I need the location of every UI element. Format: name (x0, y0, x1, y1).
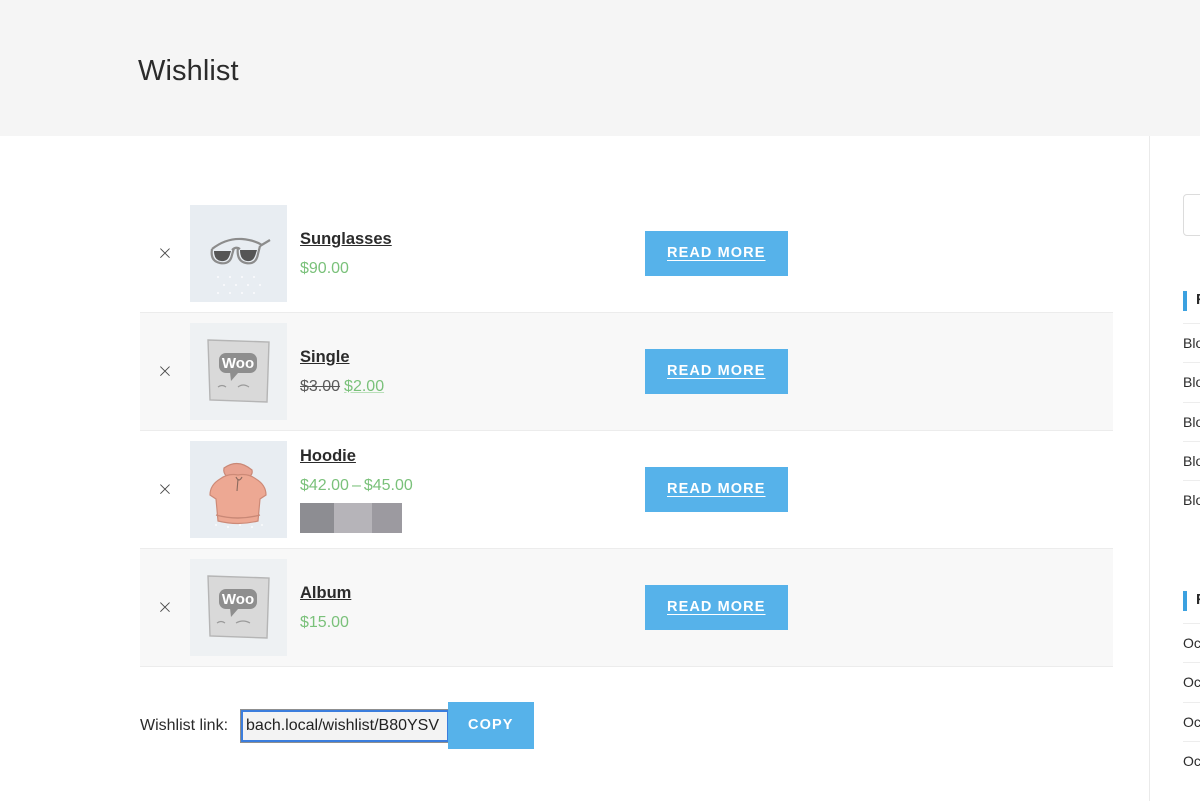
list-item[interactable]: Blog post (1183, 401, 1200, 441)
list-item[interactable]: October (1183, 740, 1200, 780)
action-cell: READ MORE (645, 548, 1113, 667)
product-price: $15.00 (300, 614, 349, 631)
wishlist-table: × Sunglasses $90.00 READ MORE × Woo Sing… (140, 194, 1113, 667)
close-x-icon[interactable]: × (157, 479, 173, 499)
remove-cell: × (140, 194, 190, 313)
table-row: × (140, 430, 1113, 549)
list-item[interactable]: Blog post (1183, 362, 1200, 401)
product-name-link[interactable]: Sunglasses (300, 230, 645, 249)
list-item[interactable]: October (1183, 662, 1200, 701)
swatch-option-3[interactable] (372, 502, 402, 533)
main-content: × Sunglasses $90.00 READ MORE × Woo Sing… (0, 136, 1148, 801)
list-item[interactable]: October (1183, 701, 1200, 741)
price-amount: $15.00 (300, 613, 349, 631)
price-sale: $2.00 (344, 377, 385, 395)
price-original: $3.00 (300, 377, 341, 395)
product-name-link[interactable]: Hoodie (300, 447, 645, 466)
list-item[interactable]: Blog post (1183, 323, 1200, 362)
search-input[interactable] (1183, 194, 1200, 236)
product-info-cell: Album $15.00 (300, 548, 645, 667)
price-range-dash: – (351, 476, 361, 494)
product-name-link[interactable]: Single (300, 348, 645, 367)
swatch-option-1[interactable] (300, 502, 334, 533)
woo-single-thumbnail[interactable]: Woo (190, 323, 287, 420)
wishlist-page: Wishlist × Sunglasses $90.00 READ MORE ×… (0, 0, 1200, 801)
product-price: $42.00– $45.00 (300, 477, 413, 494)
variation-swatch-strip[interactable] (300, 502, 402, 533)
page-title: Wishlist (138, 55, 239, 87)
product-info-cell: Single $3.00 $2.00 (300, 312, 645, 431)
read-more-button[interactable]: READ MORE (645, 467, 788, 512)
remove-cell: × (140, 548, 190, 667)
wishlist-link-label: Wishlist link: (140, 716, 229, 734)
sidebar-heading: Recent Comments (1183, 591, 1200, 611)
thumbnail-cell (190, 194, 300, 313)
svg-text:Woo: Woo (222, 355, 254, 372)
list-item[interactable]: Blog post (1183, 440, 1200, 480)
close-x-icon[interactable]: × (157, 243, 173, 263)
recent-posts-list: Blog post Blog post Blog post Blog post … (1183, 323, 1200, 519)
hoodie-thumbnail[interactable] (190, 441, 287, 538)
price-min: $42.00 (300, 476, 349, 494)
svg-text:Woo: Woo (222, 591, 254, 608)
action-cell: READ MORE (645, 194, 1113, 313)
swatch-option-2[interactable] (334, 502, 372, 533)
table-row: × (140, 194, 1113, 313)
remove-cell: × (140, 312, 190, 431)
recent-comments-list: October commen ting October October Octo… (1183, 623, 1200, 780)
woo-album-thumbnail[interactable]: Woo (190, 559, 287, 656)
wishlist-share-row: Wishlist link: COPY (140, 702, 534, 749)
action-cell: READ MORE (645, 430, 1113, 549)
right-sidebar: Recent Posts Blog post Blog post Blog po… (1149, 136, 1200, 801)
product-info-cell: Hoodie $42.00– $45.00 (300, 430, 645, 549)
wishlist-table-body: × Sunglasses $90.00 READ MORE × Woo Sing… (140, 194, 1113, 667)
close-x-icon[interactable]: × (157, 361, 173, 381)
sunglasses-thumbnail[interactable] (190, 205, 287, 302)
thumbnail-cell: Woo (190, 312, 300, 431)
product-name-link[interactable]: Album (300, 584, 645, 603)
list-item[interactable]: Blog post (1183, 480, 1200, 519)
thumbnail-cell (190, 430, 300, 549)
list-item[interactable]: October commen ting (1183, 623, 1200, 662)
price-amount: $90.00 (300, 259, 349, 277)
remove-cell: × (140, 430, 190, 549)
product-price: $90.00 (300, 260, 349, 277)
sidebar-heading: Recent Posts (1183, 291, 1200, 311)
read-more-button[interactable]: READ MORE (645, 231, 788, 276)
wishlist-link-input[interactable] (240, 708, 451, 743)
thumbnail-cell: Woo (190, 548, 300, 667)
close-x-icon[interactable]: × (157, 597, 173, 617)
table-row: × Woo (140, 548, 1113, 667)
sidebar-block-recent-comments: Recent Comments October commen ting Octo… (1183, 591, 1200, 780)
copy-button[interactable]: COPY (448, 702, 534, 749)
price-max: $45.00 (363, 476, 413, 494)
sidebar-block-recent-posts: Recent Posts Blog post Blog post Blog po… (1183, 291, 1200, 519)
read-more-button[interactable]: READ MORE (645, 585, 788, 630)
read-more-button[interactable]: READ MORE (645, 349, 788, 394)
action-cell: READ MORE (645, 312, 1113, 431)
table-row: × Woo (140, 312, 1113, 431)
page-header-band: Wishlist (0, 0, 1200, 136)
product-price: $3.00 $2.00 (300, 378, 384, 395)
product-info-cell: Sunglasses $90.00 (300, 194, 645, 313)
